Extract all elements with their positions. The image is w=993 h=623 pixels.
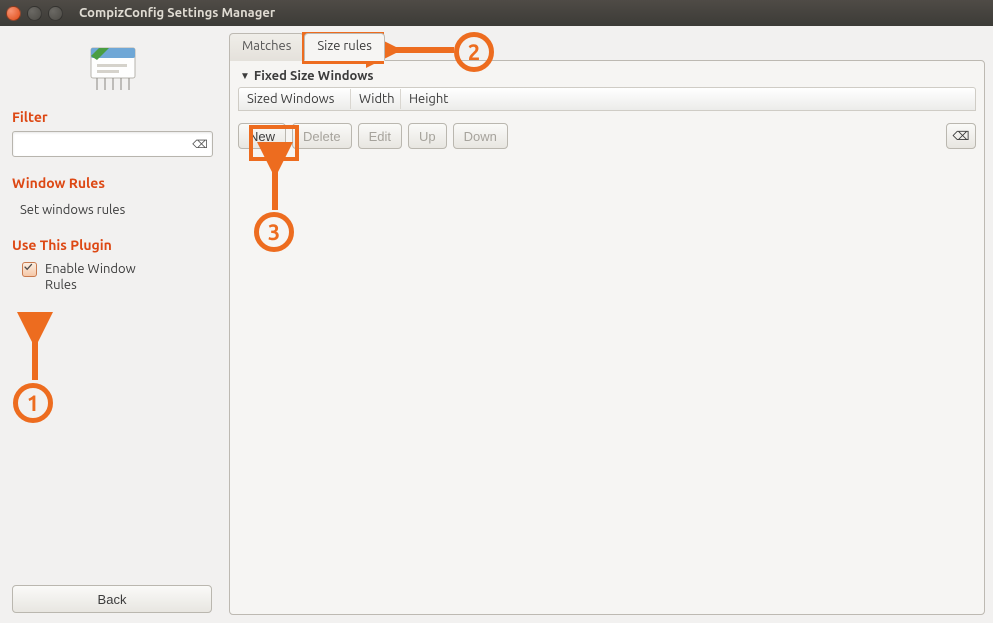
fixed-size-windows-group[interactable]: ▼ Fixed Size Windows [238,69,976,87]
window-title: CompizConfig Settings Manager [79,6,275,20]
button-row: New Delete Edit Up Down ⌫ [238,123,976,149]
new-button[interactable]: New [238,123,286,149]
maximize-icon[interactable] [48,6,63,21]
col-width[interactable]: Width [351,89,401,109]
back-button[interactable]: Back [12,585,212,613]
sidebar: Filter ⌫ Window Rules Set windows rules … [0,26,225,623]
enable-window-rules-label: Enable Window Rules [45,261,165,294]
edit-button[interactable]: Edit [358,123,402,149]
tab-bar: Matches Size rules [229,32,985,60]
plugin-icon [12,36,213,105]
group-title: Fixed Size Windows [254,69,374,83]
window-rules-heading: Window Rules [12,175,213,191]
filter-input[interactable] [12,131,213,157]
down-button[interactable]: Down [453,123,508,149]
disclosure-triangle-icon[interactable]: ▼ [240,70,250,82]
titlebar: CompizConfig Settings Manager [0,0,993,26]
col-sized-windows[interactable]: Sized Windows [239,89,351,109]
col-height[interactable]: Height [401,89,975,109]
up-button[interactable]: Up [408,123,447,149]
use-plugin-heading: Use This Plugin [12,237,213,253]
size-rules-panel: ▼ Fixed Size Windows Sized Windows Width… [229,60,985,615]
tab-matches[interactable]: Matches [229,33,304,61]
content-area: Matches Size rules ▼ Fixed Size Windows … [225,26,993,623]
minimize-icon[interactable] [27,6,42,21]
list-header: Sized Windows Width Height [238,87,976,111]
enable-window-rules-checkbox[interactable] [22,262,37,277]
filter-heading: Filter [12,109,213,125]
set-windows-rules-link[interactable]: Set windows rules [12,197,213,223]
close-icon[interactable] [6,6,21,21]
clear-list-icon[interactable]: ⌫ [946,123,976,149]
tab-size-rules[interactable]: Size rules [304,33,385,61]
clear-filter-icon[interactable]: ⌫ [191,135,209,153]
delete-button[interactable]: Delete [292,123,352,149]
